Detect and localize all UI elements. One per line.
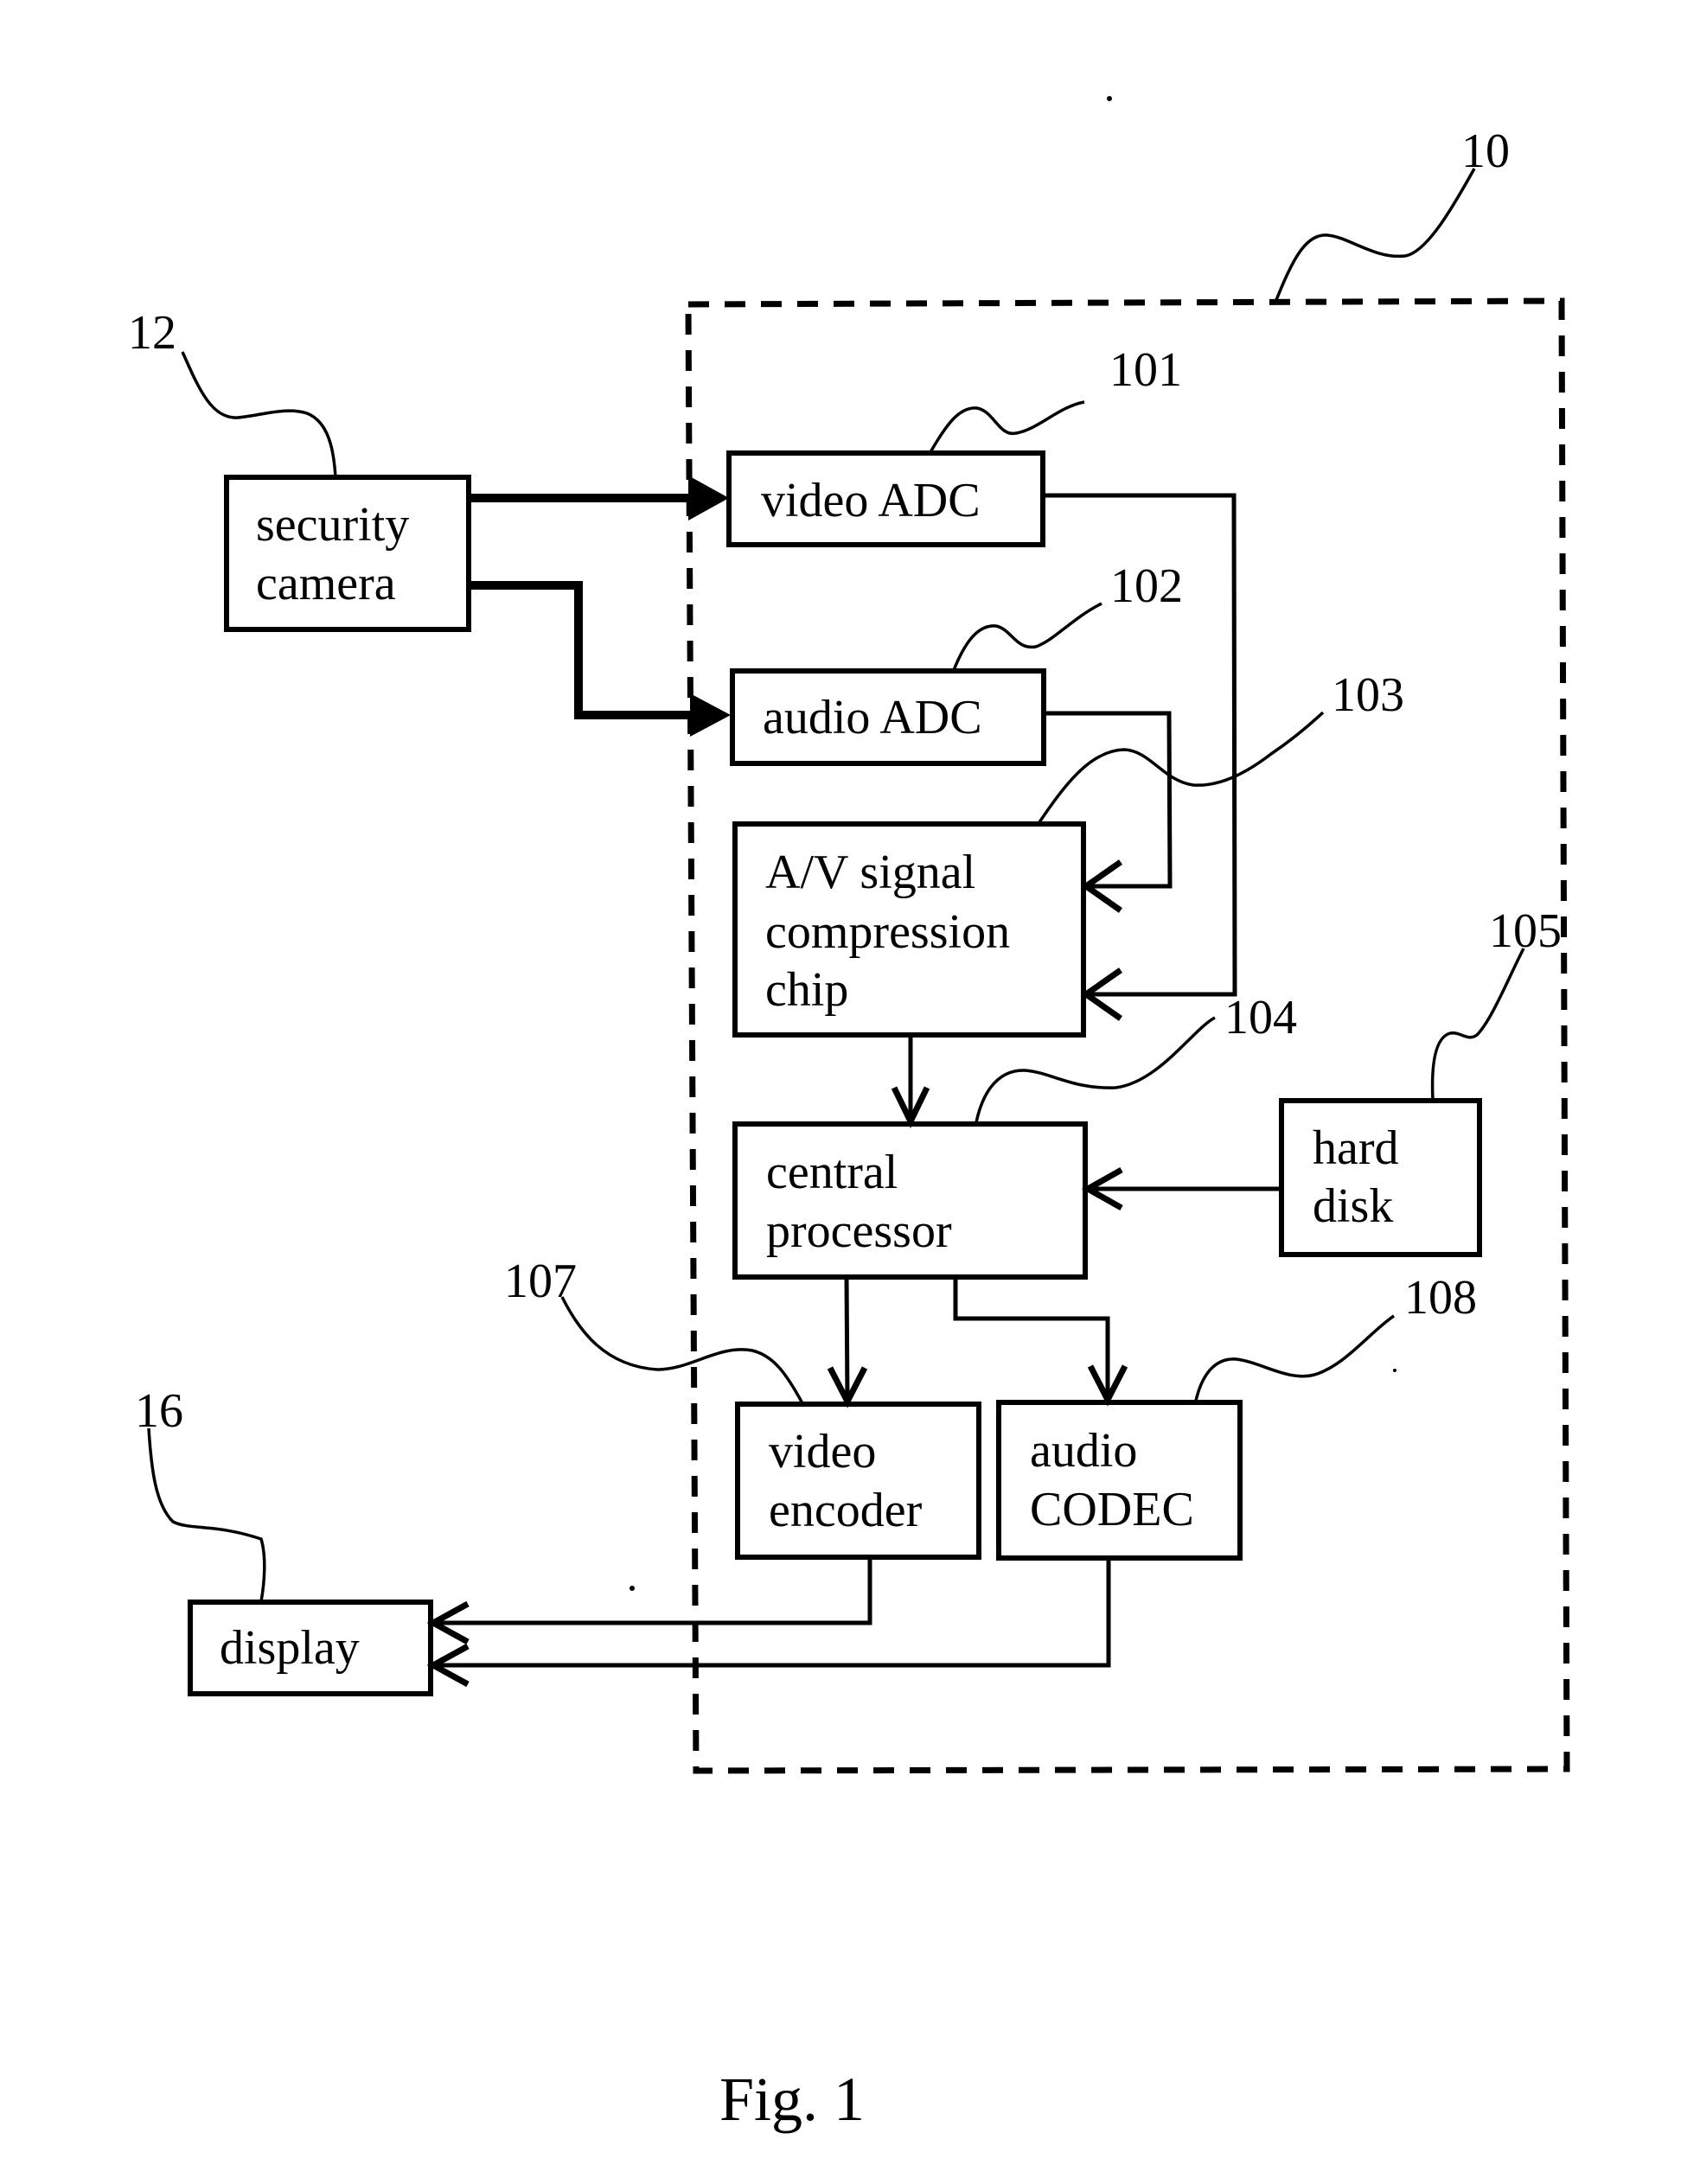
video-encoder-label-line1: video xyxy=(769,1425,876,1478)
display-label: display xyxy=(220,1621,360,1675)
av-compression-chip-block: A/V signal compression chip xyxy=(732,821,1086,1038)
connection-hard-disk-to-cpu xyxy=(1081,1166,1281,1211)
security-camera-label-line2: camera xyxy=(256,557,396,610)
video-encoder-block: video encoder xyxy=(735,1402,981,1560)
ref-label-10: 10 xyxy=(1461,125,1510,178)
central-processor-block: central processor xyxy=(732,1121,1088,1280)
ref-16: 16 xyxy=(135,1384,266,1602)
ref-102: 102 xyxy=(952,559,1183,671)
ref-103: 103 xyxy=(1038,668,1404,823)
connection-cpu-to-video-encoder xyxy=(827,1276,868,1408)
hard-disk-label-line1: hard xyxy=(1313,1121,1399,1175)
figure-caption: Fig. 1 xyxy=(719,2065,865,2134)
solid-arrowhead xyxy=(688,476,729,520)
ref-label-16: 16 xyxy=(135,1384,183,1438)
ref-label-107: 107 xyxy=(504,1255,577,1308)
ref-label-108: 108 xyxy=(1404,1271,1477,1325)
scan-speck xyxy=(1107,96,1112,101)
video-adc-block: video ADC xyxy=(726,450,1045,547)
ref-12: 12 xyxy=(128,306,337,478)
leader-line xyxy=(1038,711,1325,823)
leader-line xyxy=(1275,168,1476,301)
connection-camera-to-video-adc xyxy=(469,476,729,520)
scan-speck xyxy=(630,1586,635,1591)
ref-10: 10 xyxy=(1275,125,1510,301)
ref-108: 108 xyxy=(1194,1271,1477,1402)
audio-adc-block: audio ADC xyxy=(730,668,1046,766)
ref-label-104: 104 xyxy=(1224,991,1297,1044)
video-encoder-label-line2: encoder xyxy=(769,1484,923,1537)
leader-line xyxy=(560,1296,804,1404)
scan-speck xyxy=(1393,1369,1396,1372)
connection-av-chip-to-cpu xyxy=(891,1035,930,1128)
leader-line xyxy=(929,400,1085,453)
leader-line xyxy=(952,602,1102,671)
audio-codec-label-line1: audio xyxy=(1030,1424,1137,1478)
solid-arrowhead xyxy=(690,693,731,737)
audio-adc-label: audio ADC xyxy=(763,691,982,744)
leader-line xyxy=(181,351,337,478)
connection-cpu-to-audio-codec xyxy=(953,1277,1128,1407)
av-chip-label-line2: compression xyxy=(765,905,1010,959)
security-camera-block: security camera xyxy=(224,475,471,632)
audio-codec-label-line2: CODEC xyxy=(1030,1483,1194,1536)
video-adc-label: video ADC xyxy=(761,474,981,527)
ref-label-12: 12 xyxy=(128,306,176,360)
ref-101: 101 xyxy=(929,343,1182,453)
leader-line xyxy=(1194,1314,1395,1402)
leader-line xyxy=(147,1427,266,1602)
ref-105: 105 xyxy=(1430,904,1562,1101)
block-diagram: security camera video ADC audio ADC A/V … xyxy=(128,96,1570,2134)
av-chip-label-line3: chip xyxy=(765,963,848,1017)
central-processor-label-line2: processor xyxy=(766,1204,952,1258)
ref-label-105: 105 xyxy=(1489,904,1562,958)
display-block: display xyxy=(188,1600,433,1696)
hard-disk-label-line2: disk xyxy=(1313,1179,1393,1233)
ref-label-101: 101 xyxy=(1109,343,1182,397)
hard-disk-block: hard disk xyxy=(1279,1098,1482,1257)
central-processor-label-line1: central xyxy=(766,1146,898,1199)
leader-line xyxy=(1430,948,1525,1101)
security-camera-label-line1: security xyxy=(256,498,409,552)
ref-label-102: 102 xyxy=(1110,559,1183,613)
audio-codec-block: audio CODEC xyxy=(996,1400,1243,1561)
ref-label-103: 103 xyxy=(1332,668,1404,722)
av-chip-label-line1: A/V signal xyxy=(765,846,975,899)
connection-video-encoder-to-display xyxy=(426,1557,872,1645)
